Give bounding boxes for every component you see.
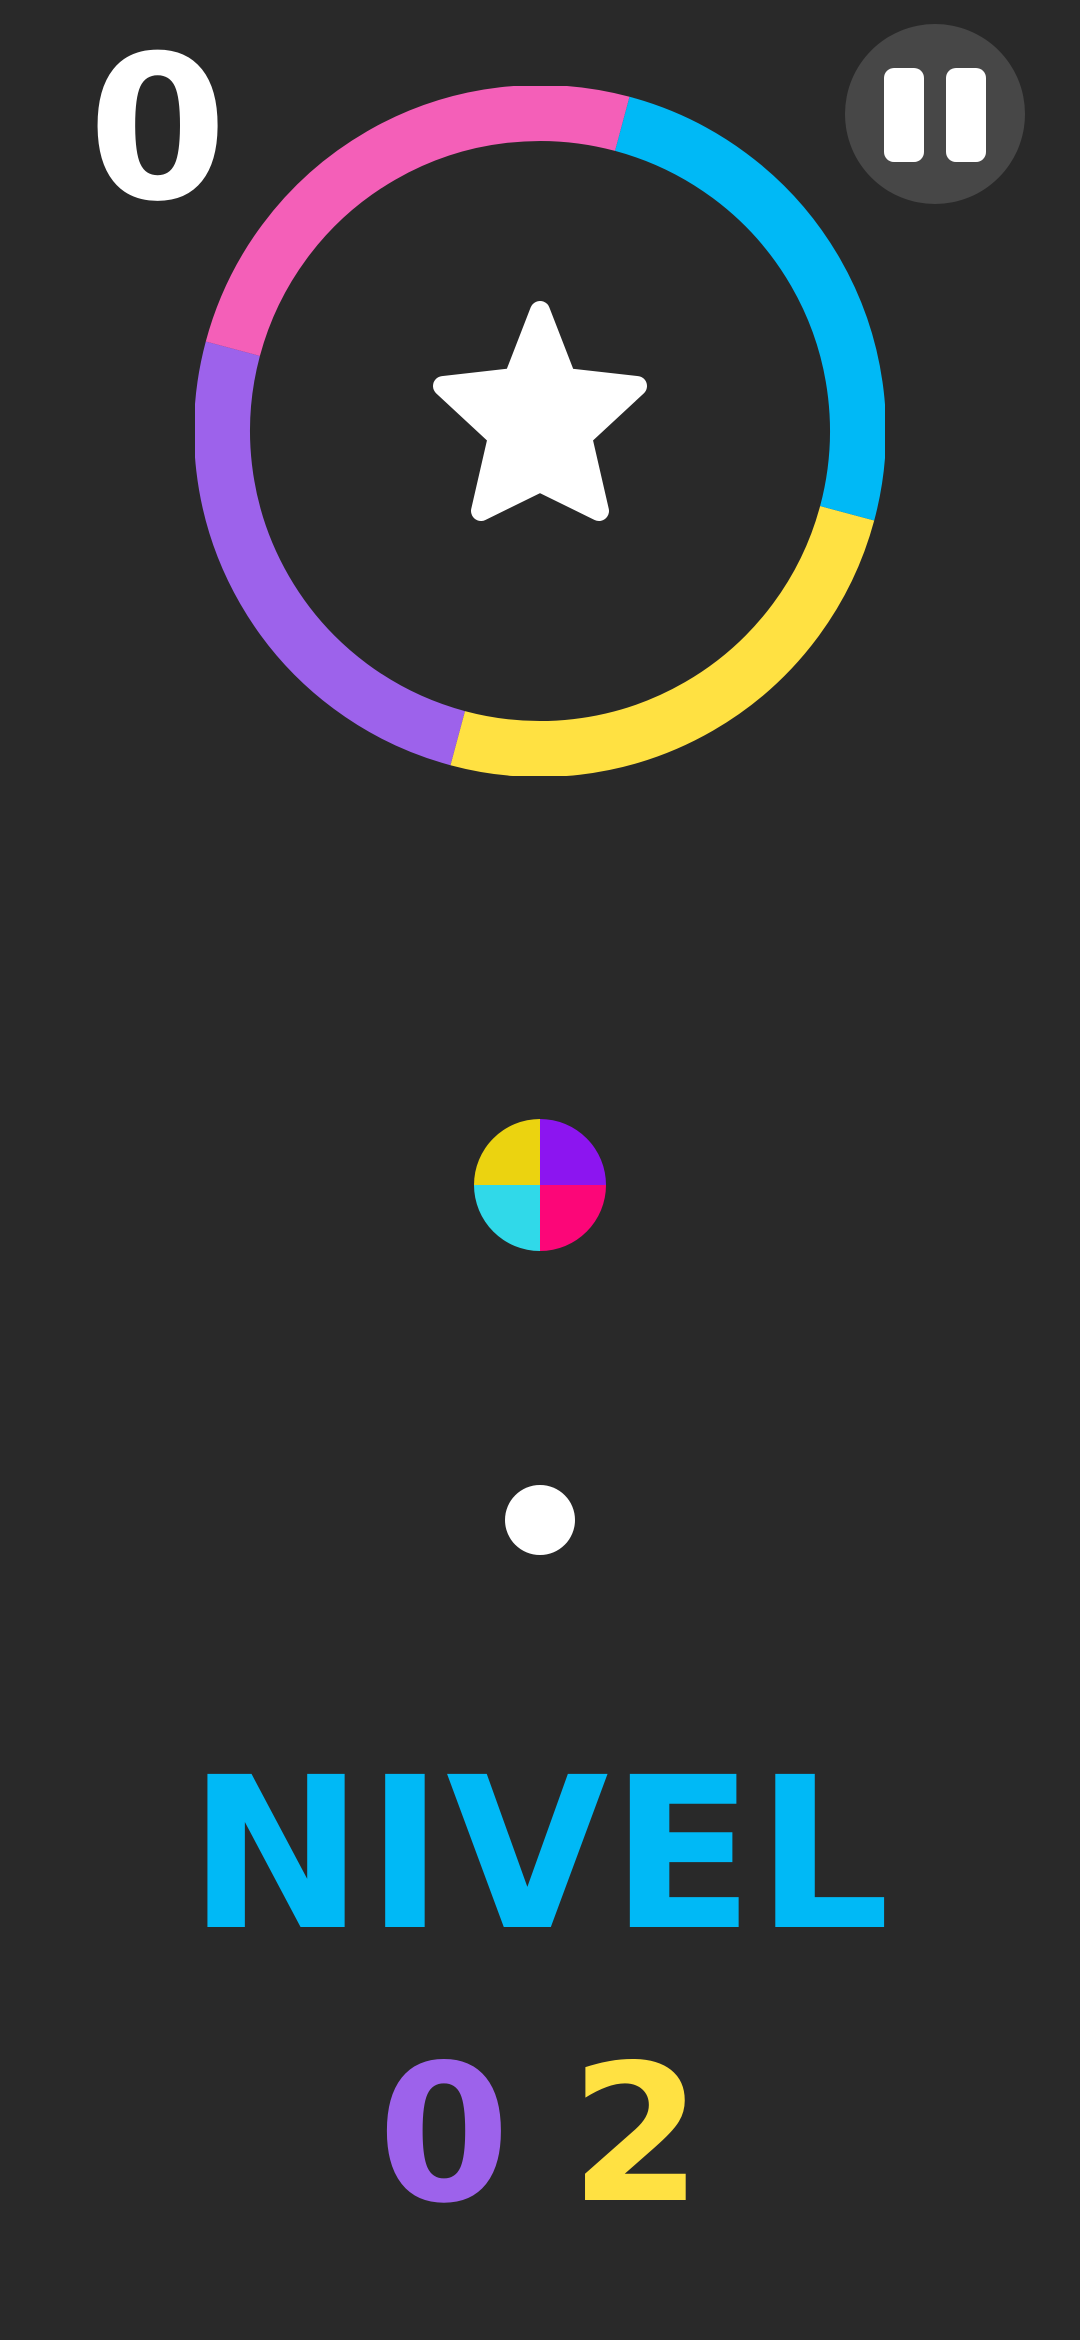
switcher-quadrant-violet [540, 1119, 606, 1185]
player-ball [505, 1485, 575, 1555]
pause-bar-left [884, 68, 924, 162]
ring-segment-purple [195, 341, 466, 766]
color-switcher-icon [474, 1119, 606, 1251]
level-number: 02 [0, 2040, 1080, 2230]
color-ring-obstacle [195, 86, 885, 776]
ring-segment-blue [614, 96, 885, 521]
star-icon [433, 301, 647, 521]
switcher-quadrant-magenta [540, 1185, 606, 1251]
switcher-quadrant-cyan [474, 1185, 540, 1251]
ring-segment-yellow [450, 505, 875, 776]
level-label: NIVEL [188, 1732, 892, 1977]
pause-bar-right [946, 68, 986, 162]
level-digit-1: 0 [377, 2024, 510, 2245]
level-digit-2: 2 [570, 2024, 703, 2245]
ring-segment-pink [205, 86, 630, 357]
switcher-quadrant-yellow [474, 1119, 540, 1185]
